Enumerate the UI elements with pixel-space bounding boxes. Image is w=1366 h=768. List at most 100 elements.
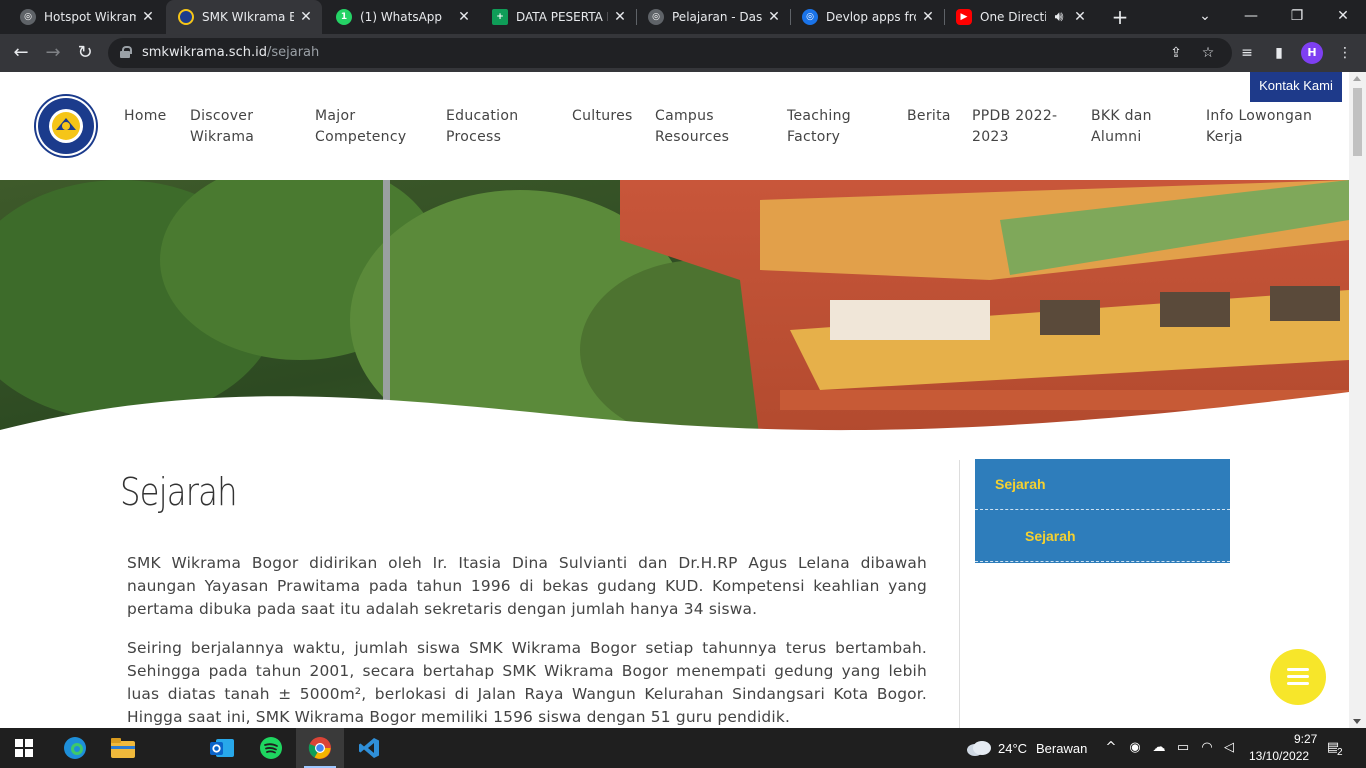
back-icon[interactable]: ←	[8, 40, 34, 66]
nav-campus-resources[interactable]: Campus Resources	[655, 106, 735, 148]
tab-whatsapp[interactable]: 1 (1) WhatsApp ✕	[324, 0, 480, 34]
scrollbar-thumb[interactable]	[1353, 88, 1362, 156]
spotify-icon[interactable]	[247, 728, 295, 768]
content-separator	[959, 460, 960, 728]
clock-date[interactable]: 13/10/2022	[1249, 749, 1309, 763]
youtube-icon: ▶	[956, 9, 972, 25]
nav-home[interactable]: Home	[124, 106, 184, 127]
paragraph-2: Seiring berjalannya waktu, jumlah siswa …	[127, 639, 927, 726]
close-icon[interactable]: ✕	[298, 9, 314, 25]
tab-devlop-apps[interactable]: ◎ Devlop apps fron ✕	[790, 0, 944, 34]
browser-tab-bar: ◎ Hotspot Wikrama ✕ SMK WIkrama Bo ✕ 1 (…	[0, 0, 1366, 34]
hamburger-icon	[1287, 668, 1309, 671]
avatar[interactable]: H	[1301, 42, 1323, 64]
nav-teaching-factory[interactable]: Teaching Factory	[787, 106, 867, 148]
close-icon[interactable]: ✕	[1072, 9, 1088, 25]
close-icon[interactable]: ✕	[766, 9, 782, 25]
sidebar-menu: Sejarah Sejarah	[975, 459, 1230, 563]
globe-icon: ◎	[648, 9, 664, 25]
paragraph-1: SMK Wikrama Bogor didirikan oleh Ir. Ita…	[127, 554, 927, 618]
address-bar[interactable]: smkwikrama.sch.id/sejarah ⇪ ☆	[108, 38, 1232, 68]
nav-major-competency[interactable]: Major Competency	[315, 106, 415, 148]
floating-menu-button[interactable]	[1270, 649, 1326, 705]
spotify-logo	[260, 737, 282, 759]
sidebar-divider	[975, 561, 1230, 562]
share-icon[interactable]: ⇪	[1166, 43, 1186, 63]
bookmark-star-icon[interactable]: ☆	[1198, 43, 1218, 63]
lock-icon	[120, 46, 132, 58]
scrollbar[interactable]	[1349, 72, 1366, 728]
weather-temperature: 24°C	[998, 741, 1028, 756]
outlook-icon[interactable]	[198, 728, 246, 768]
edge-logo	[64, 737, 86, 759]
logo-emblem	[38, 98, 94, 154]
reading-list-icon[interactable]: ≡	[1236, 42, 1258, 64]
nav-cultures[interactable]: Cultures	[572, 106, 642, 127]
globe-icon: ◎	[802, 9, 818, 25]
contact-button[interactable]: Kontak Kami	[1250, 72, 1342, 102]
url-text: smkwikrama.sch.id/sejarah	[142, 45, 319, 60]
nav-bkk-alumni[interactable]: BKK dan Alumni	[1091, 106, 1171, 148]
nav-ppdb[interactable]: PPDB 2022-2023	[972, 106, 1062, 148]
close-icon[interactable]: ✕	[612, 9, 628, 25]
sidebar-divider	[975, 509, 1230, 510]
chevron-up-icon[interactable]: ^	[1102, 740, 1120, 756]
forward-icon[interactable]: →	[40, 40, 66, 66]
battery-icon[interactable]: ▭	[1174, 740, 1192, 756]
chrome-icon[interactable]	[296, 728, 344, 768]
folder-icon	[111, 738, 135, 758]
hero-image	[0, 180, 1349, 442]
page-title: Sejarah	[120, 470, 238, 514]
volume-icon[interactable]: ◁	[1220, 740, 1238, 756]
tab-title: Devlop apps fron	[826, 10, 916, 24]
tab-pelajaran[interactable]: ◎ Pelajaran - Dasar ✕	[636, 0, 790, 34]
minimize-icon[interactable]: —	[1228, 0, 1274, 34]
edge-icon[interactable]	[51, 728, 99, 768]
school-logo[interactable]	[36, 96, 96, 156]
clock-time[interactable]: 9:27	[1294, 732, 1317, 746]
onedrive-icon[interactable]: ☁	[1150, 740, 1168, 756]
reload-icon[interactable]: ↻	[72, 40, 98, 66]
whatsapp-badge: 1	[340, 12, 348, 22]
close-icon[interactable]: ✕	[140, 9, 156, 25]
meet-now-icon[interactable]: ◉	[1126, 740, 1144, 756]
close-icon[interactable]: ✕	[920, 9, 936, 25]
weather-condition: Berawan	[1036, 741, 1088, 756]
hamburger-icon	[1287, 675, 1309, 678]
tab-data-peserta[interactable]: + DATA PESERTA D ✕	[480, 0, 636, 34]
tab-youtube[interactable]: ▶ One Directio 🔊︎ ✕	[944, 0, 1096, 34]
page-viewport: Kontak Kami Home Discover Wikrama Major …	[0, 72, 1349, 728]
smk-wikrama-favicon	[178, 9, 194, 25]
sidebar-item-sejarah[interactable]: Sejarah	[1025, 528, 1076, 544]
nav-education-process[interactable]: Education Process	[446, 106, 536, 148]
url-path: /sejarah	[266, 45, 320, 60]
nav-discover-wikrama[interactable]: Discover Wikrama	[190, 106, 280, 148]
tab-smk-wikrama[interactable]: SMK WIkrama Bo ✕	[166, 0, 322, 34]
nav-berita[interactable]: Berita	[907, 106, 957, 127]
scroll-up-icon[interactable]	[1353, 76, 1361, 81]
restore-icon[interactable]: ❐	[1274, 0, 1320, 34]
wifi-icon[interactable]: ◠	[1198, 740, 1216, 756]
scroll-down-icon[interactable]	[1353, 719, 1361, 724]
more-menu-icon[interactable]: ⋮	[1334, 42, 1356, 64]
tab-title: DATA PESERTA D	[516, 10, 608, 24]
sidebar-heading[interactable]: Sejarah	[995, 476, 1046, 492]
close-window-icon[interactable]: ✕	[1320, 0, 1366, 34]
notification-count: 2	[1337, 747, 1343, 758]
close-icon[interactable]: ✕	[456, 9, 472, 25]
file-explorer-icon[interactable]	[99, 728, 147, 768]
tab-search-icon[interactable]: ⌄	[1182, 0, 1228, 34]
tab-title: One Directio	[980, 10, 1046, 24]
globe-icon: ◎	[20, 9, 36, 25]
nav-info-lowongan-kerja[interactable]: Info Lowongan Kerja	[1206, 106, 1326, 148]
url-domain: smkwikrama.sch.id	[142, 45, 267, 60]
start-button[interactable]	[0, 728, 48, 768]
new-tab-button[interactable]: +	[1108, 5, 1132, 29]
tab-hotspot-wikrama[interactable]: ◎ Hotspot Wikrama ✕	[8, 0, 164, 34]
cloud-weather-icon[interactable]	[966, 739, 992, 757]
vscode-icon[interactable]	[345, 728, 393, 768]
side-panel-icon[interactable]: ▮	[1268, 42, 1290, 64]
windows-logo-icon	[15, 739, 33, 757]
tab-title: Hotspot Wikrama	[44, 10, 136, 24]
speaker-icon[interactable]: 🔊︎	[1050, 9, 1068, 25]
